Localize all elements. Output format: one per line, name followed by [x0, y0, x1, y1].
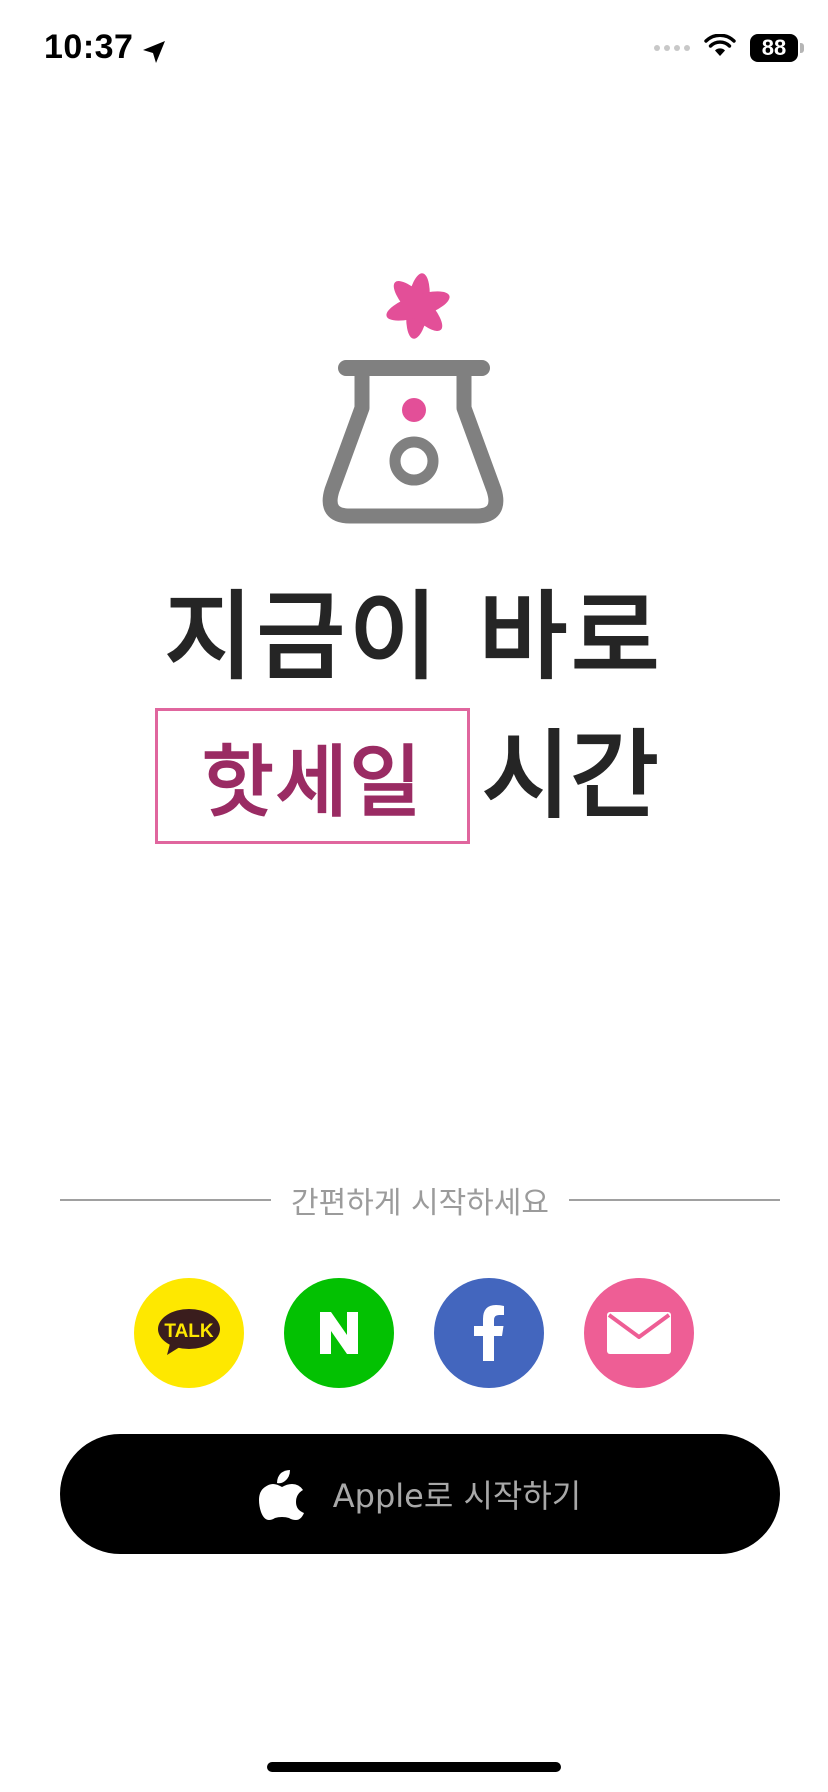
- battery-icon: 88: [750, 34, 804, 62]
- divider-line-left: [60, 1199, 272, 1201]
- apple-login-label: Apple로 시작하기: [332, 1477, 582, 1515]
- cellular-signal-icon: [654, 45, 690, 51]
- asterisk-icon: [386, 273, 450, 339]
- app-logo: [310, 268, 518, 540]
- battery-level: 88: [761, 35, 787, 60]
- mail-icon: [607, 1312, 671, 1354]
- email-login-button[interactable]: [584, 1278, 694, 1388]
- headline-line-1: 지금이 바로: [164, 581, 664, 693]
- divider-text: 간편하게 시작하세요: [291, 1186, 549, 1221]
- flask-logo-icon: [322, 273, 504, 524]
- naver-icon: [320, 1312, 358, 1354]
- wifi-icon: [704, 33, 736, 62]
- status-time: 10:37: [44, 28, 167, 67]
- naver-login-button[interactable]: [284, 1278, 394, 1388]
- highlight-text: 핫세일: [201, 738, 424, 828]
- location-arrow-icon: [141, 35, 167, 63]
- apple-login-button[interactable]: Apple로 시작하기: [60, 1434, 780, 1554]
- home-indicator[interactable]: [267, 1762, 561, 1772]
- divider-line-right: [568, 1199, 780, 1201]
- kakao-label: TALK: [164, 1321, 214, 1342]
- facebook-icon: [474, 1305, 504, 1361]
- kakao-login-button[interactable]: TALK: [134, 1278, 244, 1388]
- status-time-text: 10:37: [44, 28, 134, 66]
- facebook-login-button[interactable]: [434, 1278, 544, 1388]
- status-bar: 10:37 88: [0, 0, 828, 100]
- social-login-row: TALK: [0, 1278, 828, 1388]
- login-divider: 간편하게 시작하세요: [60, 1180, 780, 1221]
- headline-line-2: 핫세일 시간: [0, 708, 828, 848]
- highlight-box: 핫세일: [155, 708, 470, 844]
- apple-icon: [258, 1470, 304, 1520]
- status-indicators: 88: [654, 33, 804, 62]
- headline-suffix: 시간: [482, 720, 659, 832]
- kakao-talk-icon: TALK: [158, 1309, 220, 1355]
